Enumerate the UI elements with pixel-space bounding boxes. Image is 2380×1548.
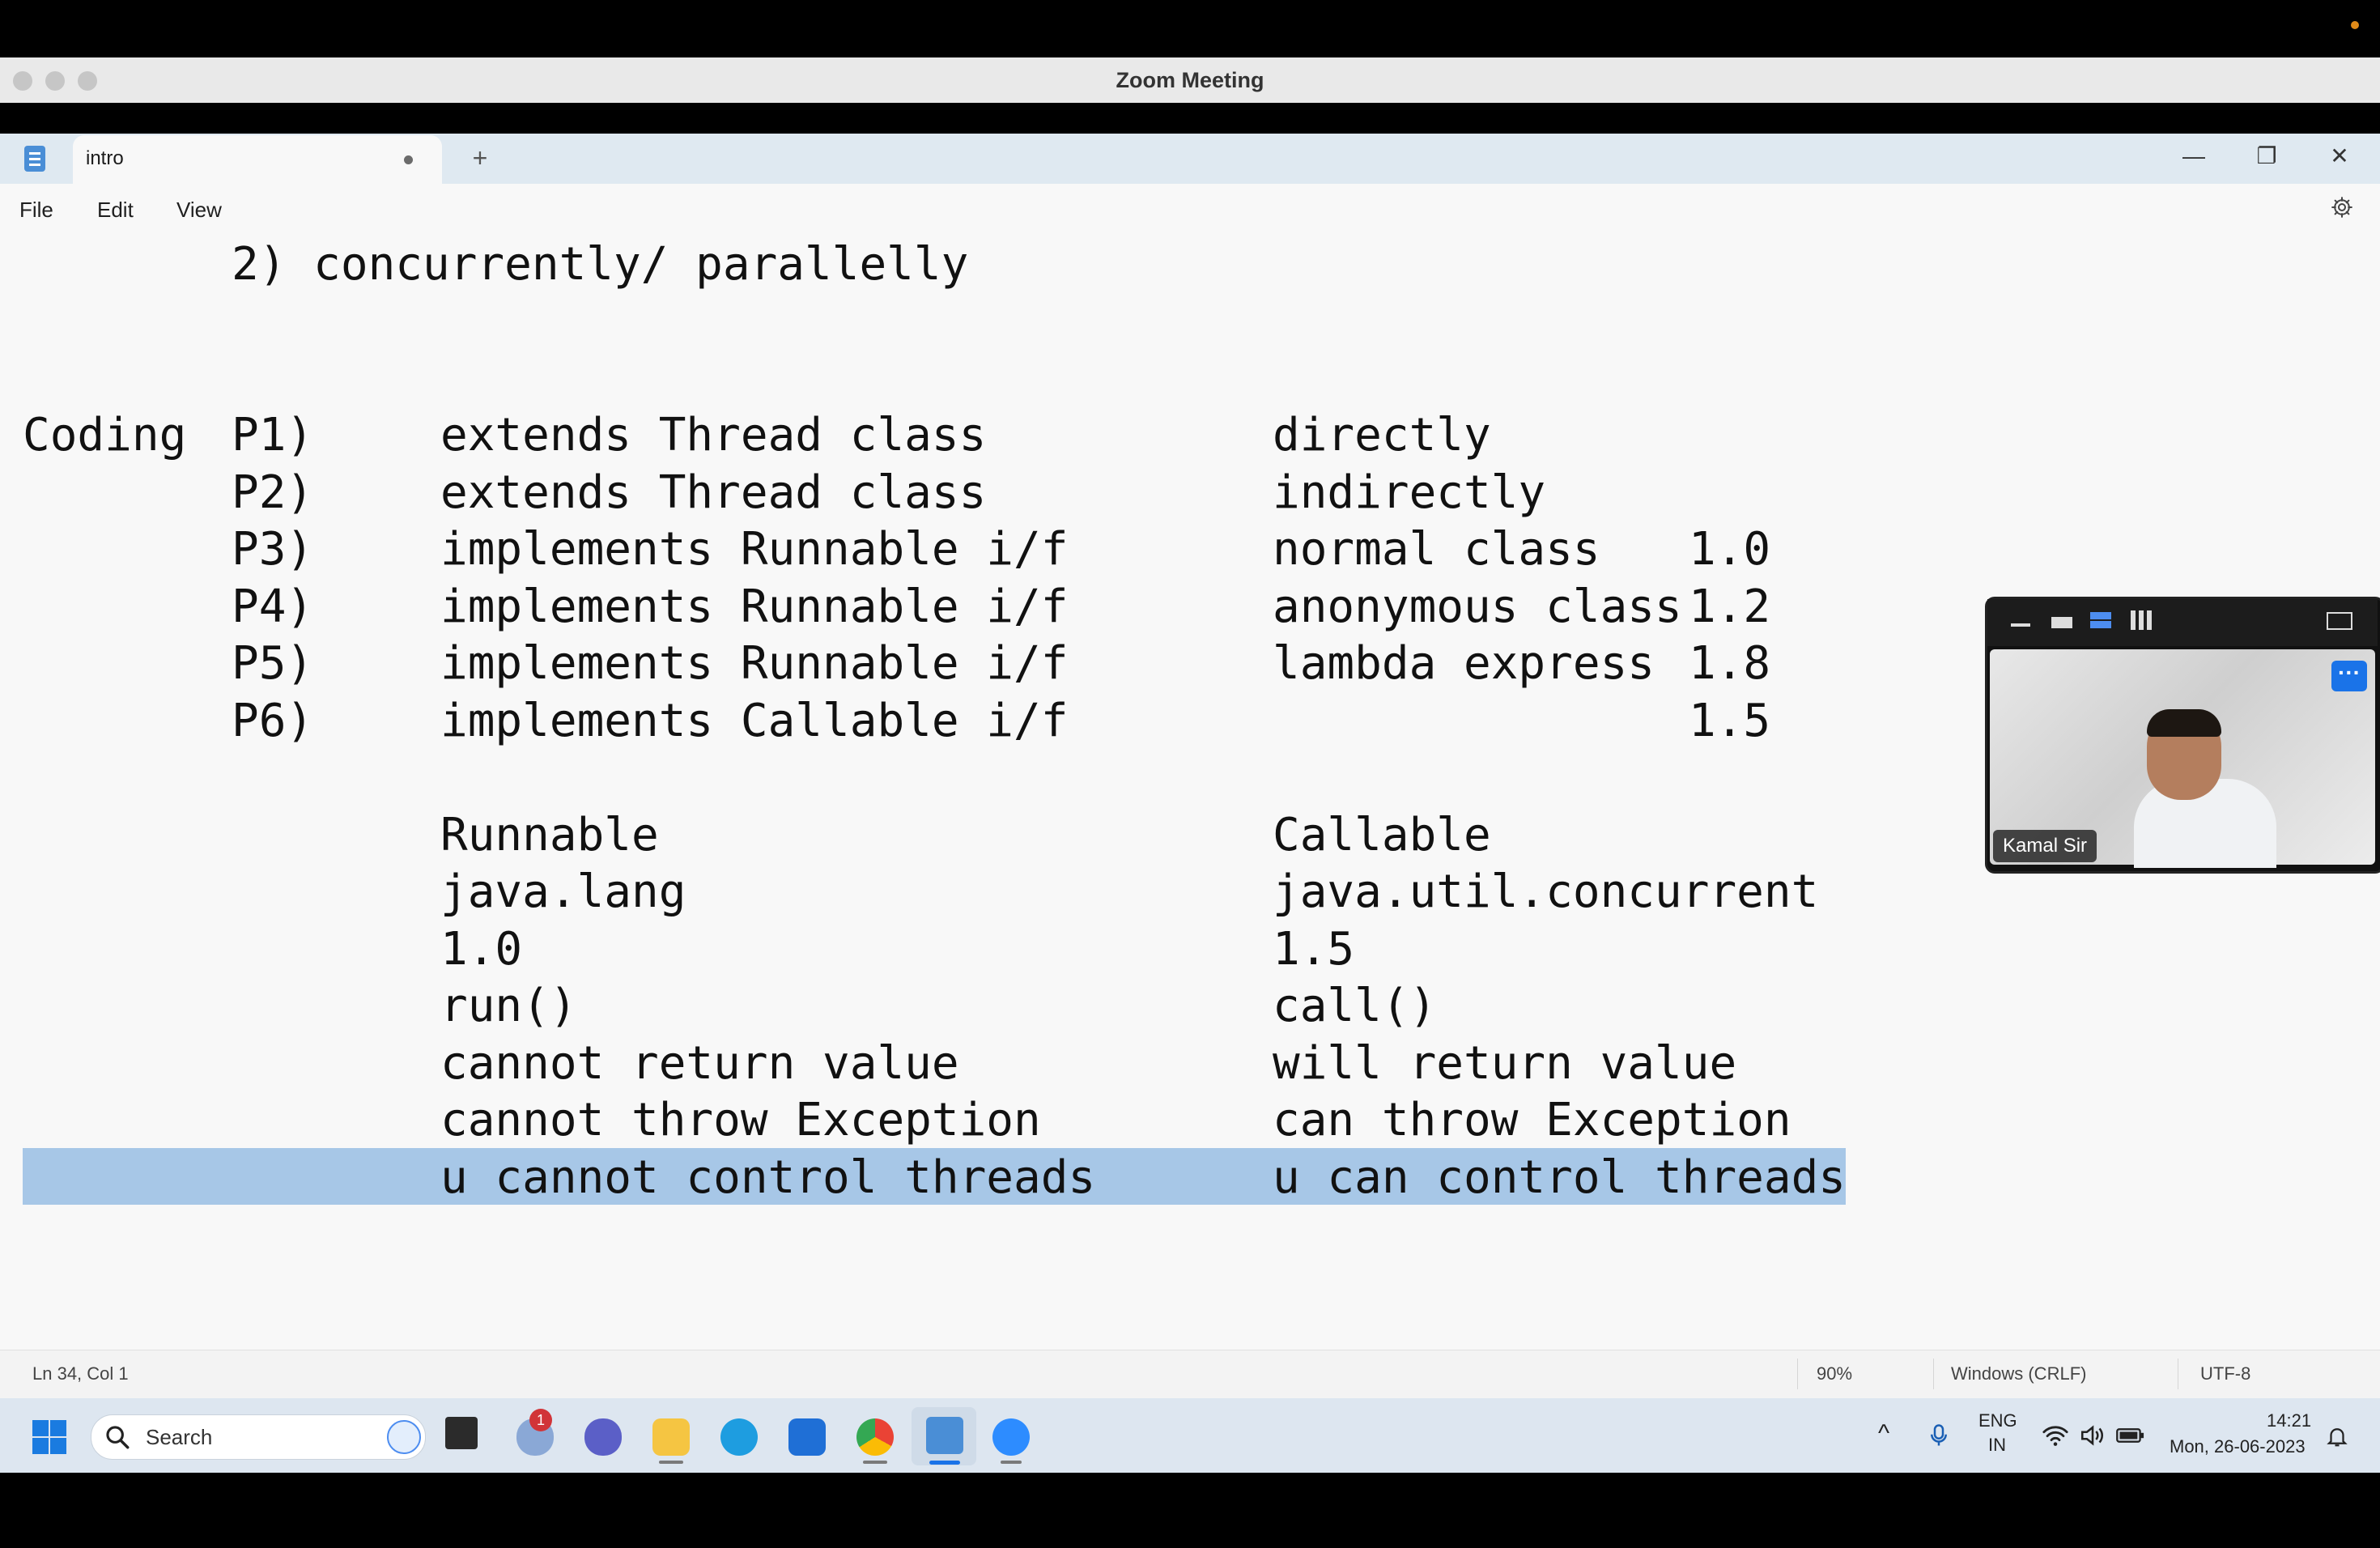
clock-time[interactable]: 14:21 xyxy=(2267,1410,2311,1431)
tab-title: intro xyxy=(86,147,124,169)
running-indicator xyxy=(1001,1461,1022,1464)
battery-icon[interactable] xyxy=(2116,1425,2145,1446)
minimize-video-icon[interactable] xyxy=(2011,623,2030,627)
zoom-window-title: Zoom Meeting xyxy=(1116,68,1264,92)
notepad-taskbar-icon[interactable] xyxy=(926,1417,963,1454)
editor-line-text: Callable xyxy=(1273,809,1491,861)
notepad-app-icon xyxy=(24,146,45,172)
editor-line-text: P6) xyxy=(232,695,314,747)
editor-line-text: extends Thread class xyxy=(440,466,987,519)
editor-line-text: java.lang xyxy=(440,865,686,918)
encoding[interactable]: UTF-8 xyxy=(2200,1363,2250,1384)
editor-line-text: implements Runnable i/f xyxy=(440,580,1069,633)
editor-line-text: will return value xyxy=(1273,1037,1737,1090)
show-hidden-icons-chevron[interactable]: ^ xyxy=(1878,1420,1889,1448)
volume-icon[interactable] xyxy=(2079,1423,2106,1448)
editor-line-text: call() xyxy=(1273,980,1437,1032)
editor-line-text: Runnable xyxy=(440,809,659,861)
status-divider xyxy=(1797,1359,1798,1389)
editor-line-text: implements Callable i/f xyxy=(440,695,1069,747)
menu-file[interactable]: File xyxy=(19,198,53,223)
speaker-view-icon[interactable] xyxy=(2090,612,2111,628)
editor-line-text: u cannot control threads xyxy=(440,1151,1096,1204)
clock-date[interactable]: Mon, 26-06-2023 xyxy=(2170,1436,2306,1457)
settings-gear-icon[interactable] xyxy=(2330,195,2354,219)
close-button[interactable]: ✕ xyxy=(2315,142,2364,170)
screen-letterbox xyxy=(0,1473,2380,1548)
cursor-position: Ln 34, Col 1 xyxy=(32,1363,129,1384)
editor-line-text: P1) xyxy=(232,409,314,461)
editor-line-text: normal class xyxy=(1273,523,1600,576)
language-indicator[interactable]: ENG xyxy=(1978,1410,2017,1431)
single-view-icon[interactable] xyxy=(2051,617,2072,628)
editor-line-text: Coding xyxy=(23,409,187,461)
participant-name-label: Kamal Sir xyxy=(1993,830,2097,862)
editor-line-text: can throw Exception xyxy=(1273,1094,1791,1146)
edge-browser-icon[interactable] xyxy=(720,1418,758,1456)
editor-line-text: extends Thread class xyxy=(440,409,987,461)
editor-line-text: indirectly xyxy=(1273,466,1546,519)
editor-line-text: P5) xyxy=(232,637,314,690)
zoom-app-icon[interactable] xyxy=(992,1418,1030,1456)
gallery-view-icon[interactable] xyxy=(2131,610,2152,630)
search-placeholder: Search xyxy=(146,1425,213,1449)
editor-line-text: 1.8 xyxy=(1689,637,1771,690)
notepad-menubar xyxy=(0,184,2380,234)
editor-line-text: 1.2 xyxy=(1689,580,1771,633)
task-view-icon[interactable] xyxy=(445,1417,478,1449)
menu-edit[interactable]: Edit xyxy=(97,198,134,223)
editor-line-text: run() xyxy=(440,980,577,1032)
microphone-icon[interactable] xyxy=(1927,1422,1951,1449)
file-explorer-icon[interactable] xyxy=(652,1418,690,1456)
editor-line-text: lambda express xyxy=(1273,637,1655,690)
editor-line-text: P4) xyxy=(232,580,314,633)
bing-icon[interactable] xyxy=(387,1420,421,1454)
windows-start-icon[interactable] xyxy=(31,1418,68,1456)
editor-line-text: cannot throw Exception xyxy=(440,1094,1041,1146)
video-panel-toolbar xyxy=(1987,599,2378,646)
search-icon xyxy=(106,1426,130,1449)
editor-line-text: 2) concurrently/ parallelly xyxy=(232,238,969,291)
editor-line-text: directly xyxy=(1273,409,1491,461)
editor-line-text: P2) xyxy=(232,466,314,519)
editor-line-text: u can control threads xyxy=(1273,1151,1847,1204)
editor-line-text: implements Runnable i/f xyxy=(440,637,1069,690)
language-region: IN xyxy=(1988,1435,2006,1455)
microsoft-store-icon[interactable] xyxy=(788,1418,826,1456)
tab-intro[interactable] xyxy=(73,135,442,184)
minimize-button[interactable]: — xyxy=(2170,142,2218,170)
editor-line-text: implements Runnable i/f xyxy=(440,523,1069,576)
editor-line-text: anonymous class xyxy=(1273,580,1682,633)
zoom-level[interactable]: 90% xyxy=(1817,1363,1852,1384)
editor-line-text: P3) xyxy=(232,523,314,576)
expand-video-icon[interactable] xyxy=(2327,612,2352,630)
chrome-icon[interactable] xyxy=(856,1418,894,1456)
unsaved-dot-icon[interactable] xyxy=(404,155,413,164)
taskbar-search-box[interactable] xyxy=(91,1414,426,1460)
notification-badge: 1 xyxy=(529,1409,552,1431)
new-tab-button[interactable]: + xyxy=(466,144,494,172)
editor-line-text: 1.5 xyxy=(1273,923,1355,976)
editor-line-text: 1.0 xyxy=(440,923,523,976)
mac-menubar xyxy=(0,0,2380,57)
notification-bell-icon[interactable] xyxy=(2325,1423,2349,1449)
teams-chat-icon[interactable] xyxy=(584,1418,622,1456)
participant-hair xyxy=(2147,709,2221,737)
editor-line-text: 1.0 xyxy=(1689,523,1771,576)
editor-line-text: java.util.concurrent xyxy=(1273,865,1819,918)
shared-screen-border xyxy=(0,103,2380,134)
editor-line-text: cannot return value xyxy=(440,1037,959,1090)
menu-view[interactable]: View xyxy=(176,198,222,223)
more-options-button[interactable]: ··· xyxy=(2331,661,2367,691)
wifi-icon[interactable] xyxy=(2042,1423,2069,1448)
status-divider xyxy=(1933,1359,1934,1389)
line-ending[interactable]: Windows (CRLF) xyxy=(1951,1363,2086,1384)
running-indicator xyxy=(659,1461,683,1464)
maximize-button[interactable]: ❐ xyxy=(2242,142,2291,170)
recording-indicator xyxy=(2351,21,2359,29)
editor-line-text: 1.5 xyxy=(1689,695,1771,747)
running-indicator xyxy=(863,1461,887,1464)
active-indicator xyxy=(929,1461,960,1465)
